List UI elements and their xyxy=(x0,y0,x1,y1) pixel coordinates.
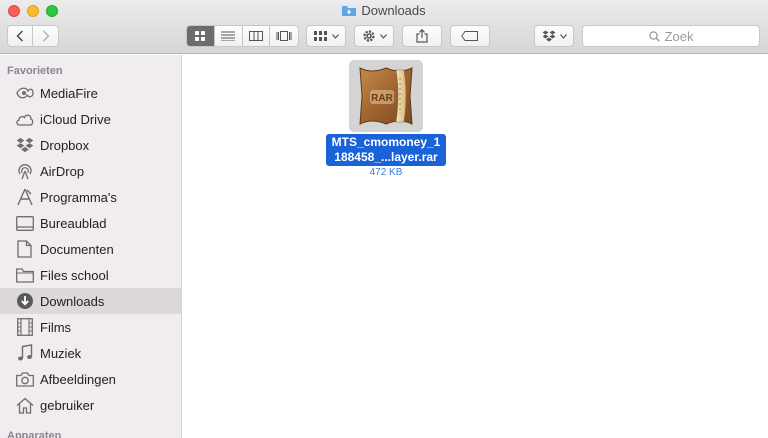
sidebar-item-films[interactable]: Films xyxy=(0,314,181,340)
applications-icon xyxy=(15,188,34,207)
devices-section-title: Apparaten xyxy=(7,430,62,438)
chevron-down-icon xyxy=(331,33,339,39)
file-thumbnail[interactable]: RAR xyxy=(349,60,423,132)
sidebar-item-label: Downloads xyxy=(40,293,105,309)
arrange-button[interactable] xyxy=(306,25,346,47)
downloads-folder-icon xyxy=(342,5,357,17)
sidebar-item-gebruiker[interactable]: gebruiker xyxy=(0,392,181,418)
window-toolbar: Downloads Zoek xyxy=(0,0,768,54)
coverflow-view-button[interactable] xyxy=(270,26,298,46)
camera-icon xyxy=(15,370,34,389)
sidebar-item-airdrop[interactable]: AirDrop xyxy=(0,158,181,184)
sidebar-item-label: Files school xyxy=(40,267,109,283)
rar-archive-icon: RAR xyxy=(359,67,413,125)
sidebar-item-label: gebruiker xyxy=(40,397,95,413)
columns-icon xyxy=(248,31,263,41)
sidebar-item-label: Dropbox xyxy=(40,137,90,153)
icon-view-button[interactable] xyxy=(187,26,215,46)
column-view-button[interactable] xyxy=(243,26,271,46)
arrange-grid-icon xyxy=(313,31,327,41)
action-button[interactable] xyxy=(354,25,394,47)
folder-icon xyxy=(15,266,34,285)
sidebar-item-label: iCloud Drive xyxy=(40,111,111,127)
sidebar-item-bureaublad[interactable]: Bureaublad xyxy=(0,210,181,236)
mediafire-icon xyxy=(15,84,34,103)
download-icon xyxy=(15,292,34,311)
chevron-left-icon xyxy=(16,30,24,42)
search-placeholder: Zoek xyxy=(664,28,694,44)
sidebar: Favorieten MediaFire iCloud Drive Dropbo… xyxy=(0,55,182,438)
view-mode-control xyxy=(186,25,299,47)
coverflow-icon xyxy=(276,31,292,41)
back-button[interactable] xyxy=(8,26,34,46)
chevron-right-icon xyxy=(42,30,50,42)
home-icon xyxy=(15,396,34,415)
tags-button[interactable] xyxy=(450,25,490,47)
sidebar-item-mediafire[interactable]: MediaFire xyxy=(0,80,181,106)
gear-icon xyxy=(362,30,375,42)
airdrop-icon xyxy=(15,162,34,181)
file-name-line-2: 188458_...layer.rar xyxy=(334,150,438,164)
tag-icon xyxy=(461,31,478,41)
dropbox-icon xyxy=(15,136,34,155)
forward-button[interactable] xyxy=(33,26,58,46)
dropbox-icon xyxy=(542,30,555,42)
document-icon xyxy=(15,240,34,259)
sidebar-item-downloads[interactable]: Downloads xyxy=(0,288,181,314)
file-size: 472 KB xyxy=(369,167,403,178)
sidebar-item-label: Films xyxy=(40,319,72,335)
list-view-button[interactable] xyxy=(215,26,243,46)
list-icon xyxy=(221,31,236,41)
window-title: Downloads xyxy=(0,3,768,18)
cloud-icon xyxy=(15,110,34,129)
sidebar-item-muziek[interactable]: Muziek xyxy=(0,340,181,366)
favorites-section-title: Favorieten xyxy=(7,65,63,77)
sidebar-item-afbeeldingen[interactable]: Afbeeldingen xyxy=(0,366,181,392)
chevron-down-icon xyxy=(559,33,567,39)
window-title-text: Downloads xyxy=(361,3,426,18)
rar-label: RAR xyxy=(371,93,393,104)
search-field[interactable]: Zoek xyxy=(582,25,760,47)
navigation-buttons xyxy=(7,25,59,47)
search-icon xyxy=(648,30,660,42)
chevron-down-icon xyxy=(379,33,387,39)
desktop-icon xyxy=(15,214,34,233)
sidebar-item-label: MediaFire xyxy=(40,85,98,101)
sidebar-item-label: AirDrop xyxy=(40,163,85,179)
sidebar-item-files-school[interactable]: Files school xyxy=(0,262,181,288)
music-icon xyxy=(15,344,34,363)
sidebar-item-dropbox[interactable]: Dropbox xyxy=(0,132,181,158)
sidebar-item-label: Documenten xyxy=(40,241,114,257)
dropbox-button[interactable] xyxy=(534,25,574,47)
sidebar-item-icloud-drive[interactable]: iCloud Drive xyxy=(0,106,181,132)
sidebar-item-label: Bureaublad xyxy=(40,215,107,231)
file-name-line-1: MTS_cmomoney_1 xyxy=(331,135,441,149)
sidebar-item-programmas[interactable]: Programma's xyxy=(0,184,181,210)
file-browser-area[interactable]: RAR MTS_cmomoney_1 188458_...layer.rar 4… xyxy=(183,55,768,438)
share-icon xyxy=(416,29,428,43)
sidebar-item-label: Afbeeldingen xyxy=(40,371,116,387)
file-name-label[interactable]: MTS_cmomoney_1 188458_...layer.rar xyxy=(326,134,446,166)
film-icon xyxy=(15,318,34,337)
share-button[interactable] xyxy=(402,25,442,47)
grid-icon xyxy=(195,31,206,41)
sidebar-item-label: Programma's xyxy=(40,189,117,205)
file-item[interactable]: RAR MTS_cmomoney_1 188458_...layer.rar 4… xyxy=(326,60,446,178)
sidebar-item-documenten[interactable]: Documenten xyxy=(0,236,181,262)
sidebar-item-label: Muziek xyxy=(40,345,82,361)
